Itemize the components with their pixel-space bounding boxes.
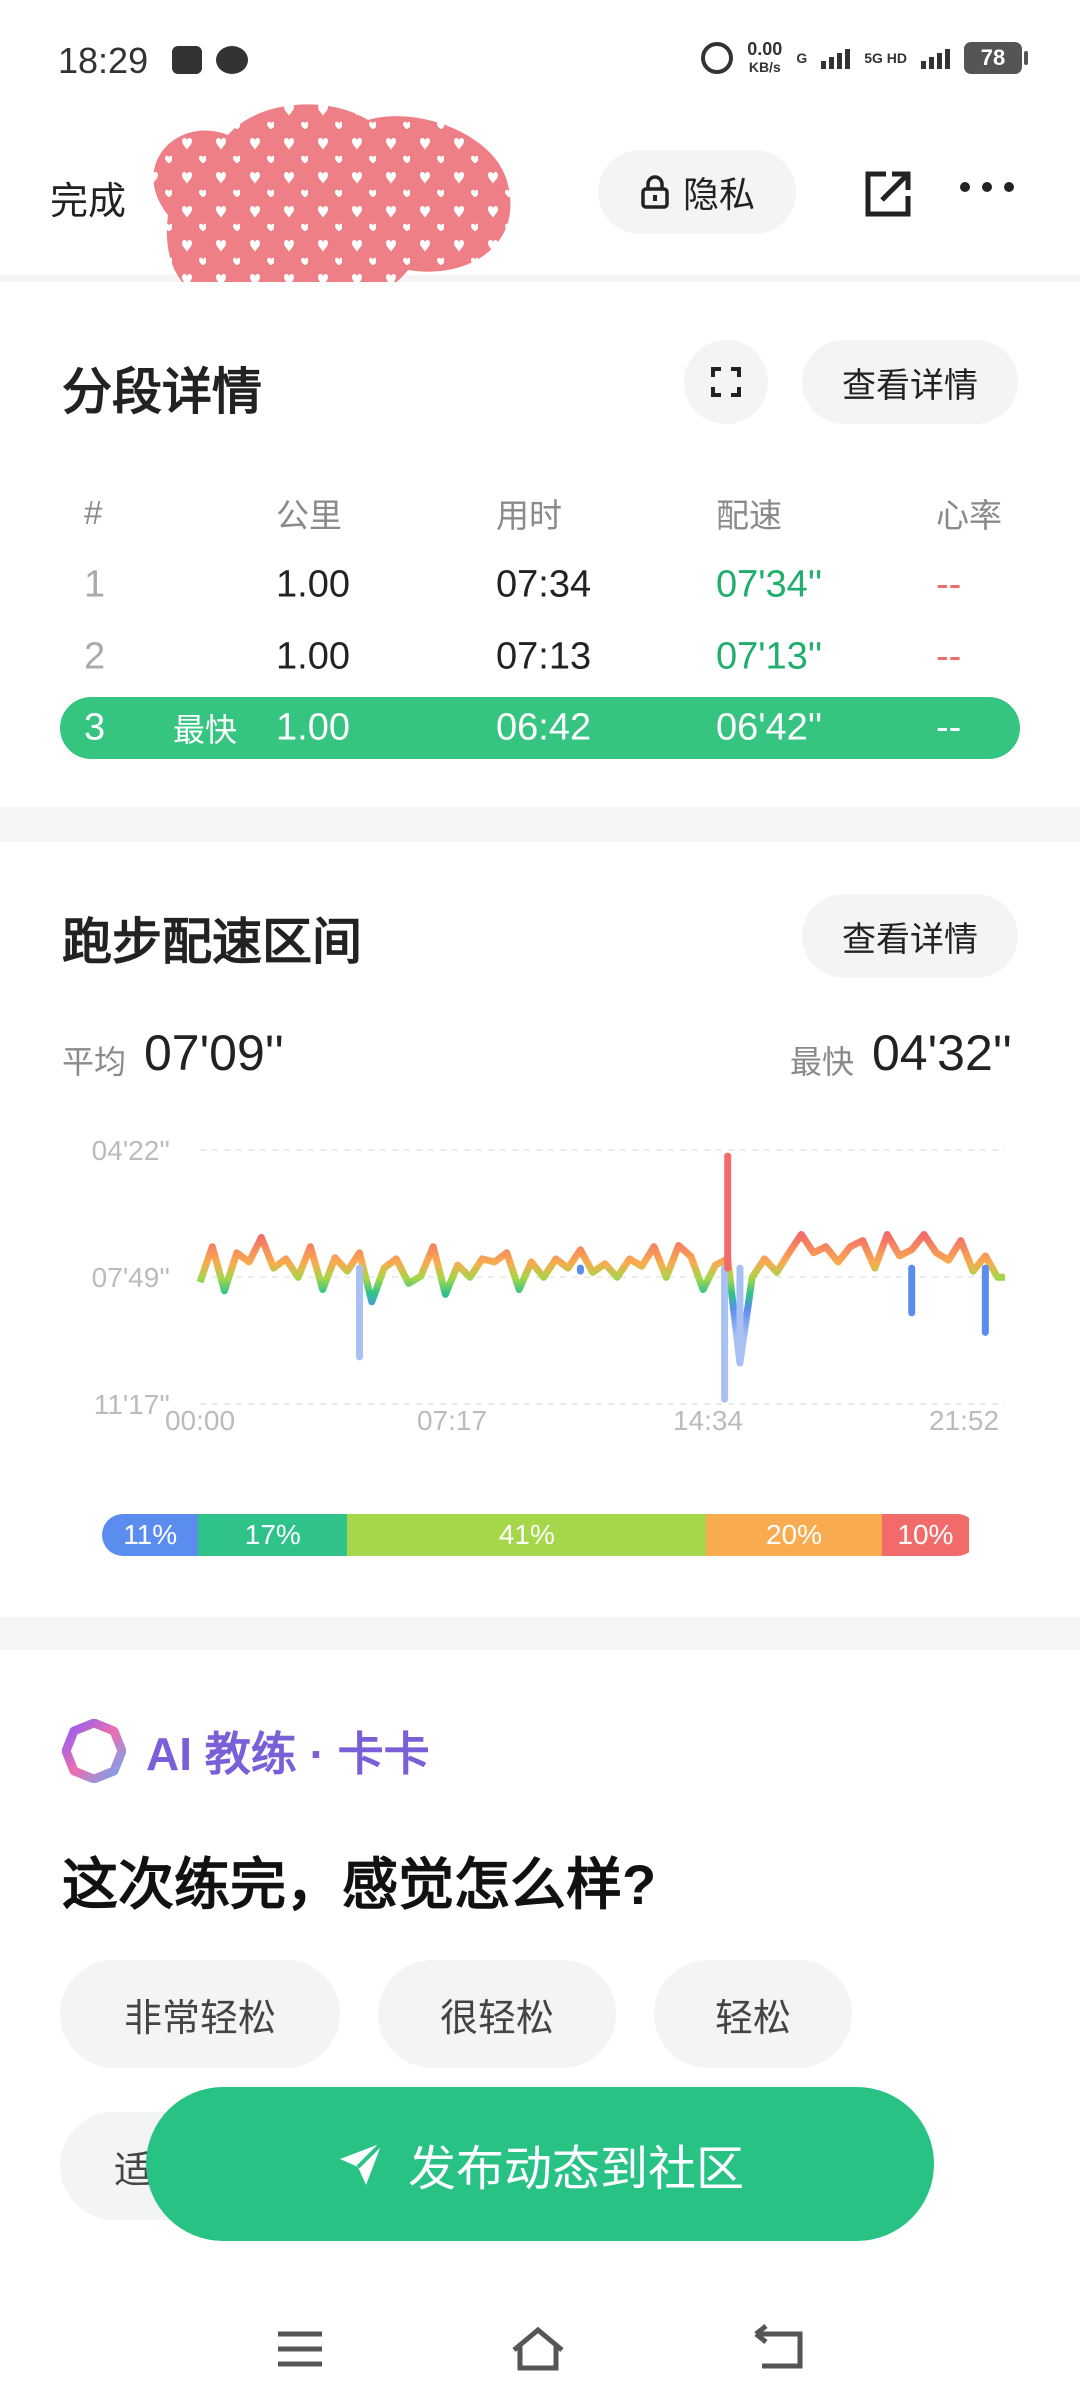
status-right: 0.00 KB/s G 5G HD 78 bbox=[701, 40, 1028, 76]
table-row: 2 1.00 07:13 07'13'' -- bbox=[60, 621, 1020, 693]
segments-detail-button[interactable]: 查看详情 bbox=[802, 340, 1018, 424]
option-very-easy[interactable]: 非常轻松 bbox=[60, 1960, 340, 2068]
menu-icon[interactable] bbox=[270, 2324, 330, 2374]
header-pace: 配速 bbox=[716, 497, 782, 534]
row-pace: 07'13'' bbox=[716, 635, 823, 678]
row-pace: 06'42'' bbox=[716, 706, 823, 749]
option-quite-easy[interactable]: 很轻松 bbox=[378, 1960, 616, 2068]
more-icon[interactable] bbox=[960, 182, 1014, 192]
app-notification-icon bbox=[172, 46, 202, 74]
header-distance: 公里 bbox=[276, 497, 342, 534]
system-nav-bar bbox=[0, 2284, 1080, 2408]
segments-card: 分段详情 查看详情 # 公里 用时 配速 心率 1 1.00 07:34 07'… bbox=[0, 282, 1080, 807]
pace-detail-button[interactable]: 查看详情 bbox=[802, 894, 1018, 978]
pace-zone-card: 跑步配速区间 查看详情 平均 07'09'' 最快 04'32'' 04'22'… bbox=[0, 842, 1080, 1617]
pace-zone-segment: 20% bbox=[706, 1514, 882, 1556]
header-index: # bbox=[84, 494, 103, 531]
pace-zone-bar: 11% 17% 41% 20% 10% bbox=[102, 1514, 978, 1556]
row-pace: 07'34'' bbox=[716, 563, 823, 606]
best-pace-value: 04'32'' bbox=[872, 1025, 1012, 1081]
privacy-button[interactable]: 隐私 bbox=[598, 150, 796, 234]
row-heart-rate: -- bbox=[936, 635, 962, 678]
pace-series-line bbox=[196, 1231, 1005, 1367]
segments-title: 分段详情 bbox=[62, 364, 262, 420]
ai-coach-title: AI 教练 · 卡卡 bbox=[146, 1728, 430, 1780]
fastest-tag: 最快 bbox=[173, 712, 238, 748]
message-notification-icon bbox=[216, 46, 248, 74]
table-row: 1 1.00 07:34 07'34'' -- bbox=[60, 549, 1020, 621]
pace-zone-segment: 11% bbox=[102, 1514, 199, 1556]
network-label-right: 5G HD bbox=[864, 50, 907, 66]
row-time: 07:34 bbox=[496, 563, 592, 606]
network-speed-value: 0.00 bbox=[747, 39, 783, 59]
table-row-fastest: 3 最快 1.00 06:42 06'42'' -- bbox=[60, 697, 1020, 759]
pace-zone-segment: 41% bbox=[347, 1514, 707, 1556]
alarm-icon bbox=[701, 42, 734, 74]
privacy-label: 隐私 bbox=[682, 174, 755, 215]
average-pace-label: 平均 bbox=[62, 1044, 127, 1080]
row-distance: 1.00 bbox=[276, 706, 350, 749]
row-heart-rate: -- bbox=[936, 706, 962, 749]
row-distance: 1.00 bbox=[276, 563, 350, 606]
row-index: 1 bbox=[84, 563, 106, 606]
network-label-left: G bbox=[796, 50, 808, 66]
share-icon[interactable] bbox=[860, 166, 916, 222]
y-tick-label: 07'49'' bbox=[92, 1262, 170, 1293]
coach-header: AI 教练 · 卡卡 bbox=[62, 1718, 430, 1784]
ai-coach-logo-icon bbox=[62, 1719, 126, 1783]
pace-zone-segment: 10% bbox=[881, 1514, 970, 1556]
status-notification-icons bbox=[172, 46, 248, 74]
row-index: 3 bbox=[84, 706, 106, 749]
pace-zone-title: 跑步配速区间 bbox=[62, 914, 362, 970]
x-tick-label: 21:52 bbox=[929, 1405, 999, 1432]
y-tick-label: 11'17'' bbox=[94, 1389, 170, 1420]
publish-to-community-button[interactable]: 发布动态到社区 bbox=[146, 2087, 934, 2241]
y-tick-label: 04'22'' bbox=[92, 1135, 170, 1166]
x-tick-label: 00:00 bbox=[165, 1405, 235, 1432]
fullscreen-icon bbox=[711, 367, 741, 397]
network-speed-unit: KB/s bbox=[748, 59, 781, 75]
done-button[interactable]: 完成 bbox=[50, 170, 126, 225]
segments-table: # 公里 用时 配速 心率 1 1.00 07:34 07'34'' -- 2 … bbox=[60, 477, 1020, 759]
row-distance: 1.00 bbox=[276, 635, 350, 678]
status-time: 18:29 bbox=[58, 40, 149, 81]
x-tick-label: 07:17 bbox=[417, 1405, 487, 1432]
send-icon bbox=[339, 2141, 384, 2185]
top-nav: 完成 隐私 bbox=[0, 104, 1080, 304]
table-header: # 公里 用时 配速 心率 bbox=[60, 477, 1020, 549]
fullscreen-button[interactable] bbox=[684, 340, 768, 424]
average-pace-value: 07'09'' bbox=[144, 1025, 284, 1081]
row-time: 06:42 bbox=[496, 706, 592, 749]
option-easy[interactable]: 轻松 bbox=[654, 1960, 852, 2068]
row-time: 07:13 bbox=[496, 635, 592, 678]
pace-chart: 04'22'' 07'49'' 11'17''00:00 07:17 14:34 21:5… bbox=[92, 1135, 1005, 1432]
back-icon[interactable] bbox=[750, 2324, 810, 2374]
row-index: 2 bbox=[84, 635, 106, 678]
signal-icon-2 bbox=[921, 47, 950, 69]
home-icon[interactable] bbox=[508, 2324, 568, 2374]
header-time: 用时 bbox=[496, 497, 562, 534]
lock-icon bbox=[641, 175, 669, 209]
row-heart-rate: -- bbox=[936, 563, 962, 606]
x-tick-label: 14:34 bbox=[673, 1405, 743, 1432]
pace-zone-segment: 17% bbox=[198, 1514, 348, 1556]
best-pace-label: 最快 bbox=[790, 1044, 855, 1080]
feeling-question: 这次练完，感觉怎么样? bbox=[62, 1853, 657, 1916]
network-speed: 0.00 KB/s bbox=[747, 40, 782, 76]
publish-label: 发布动态到社区 bbox=[407, 2143, 744, 2196]
header-heart-rate: 心率 bbox=[936, 497, 1002, 534]
signal-icon bbox=[821, 47, 851, 69]
battery-icon: 78 bbox=[964, 42, 1028, 74]
